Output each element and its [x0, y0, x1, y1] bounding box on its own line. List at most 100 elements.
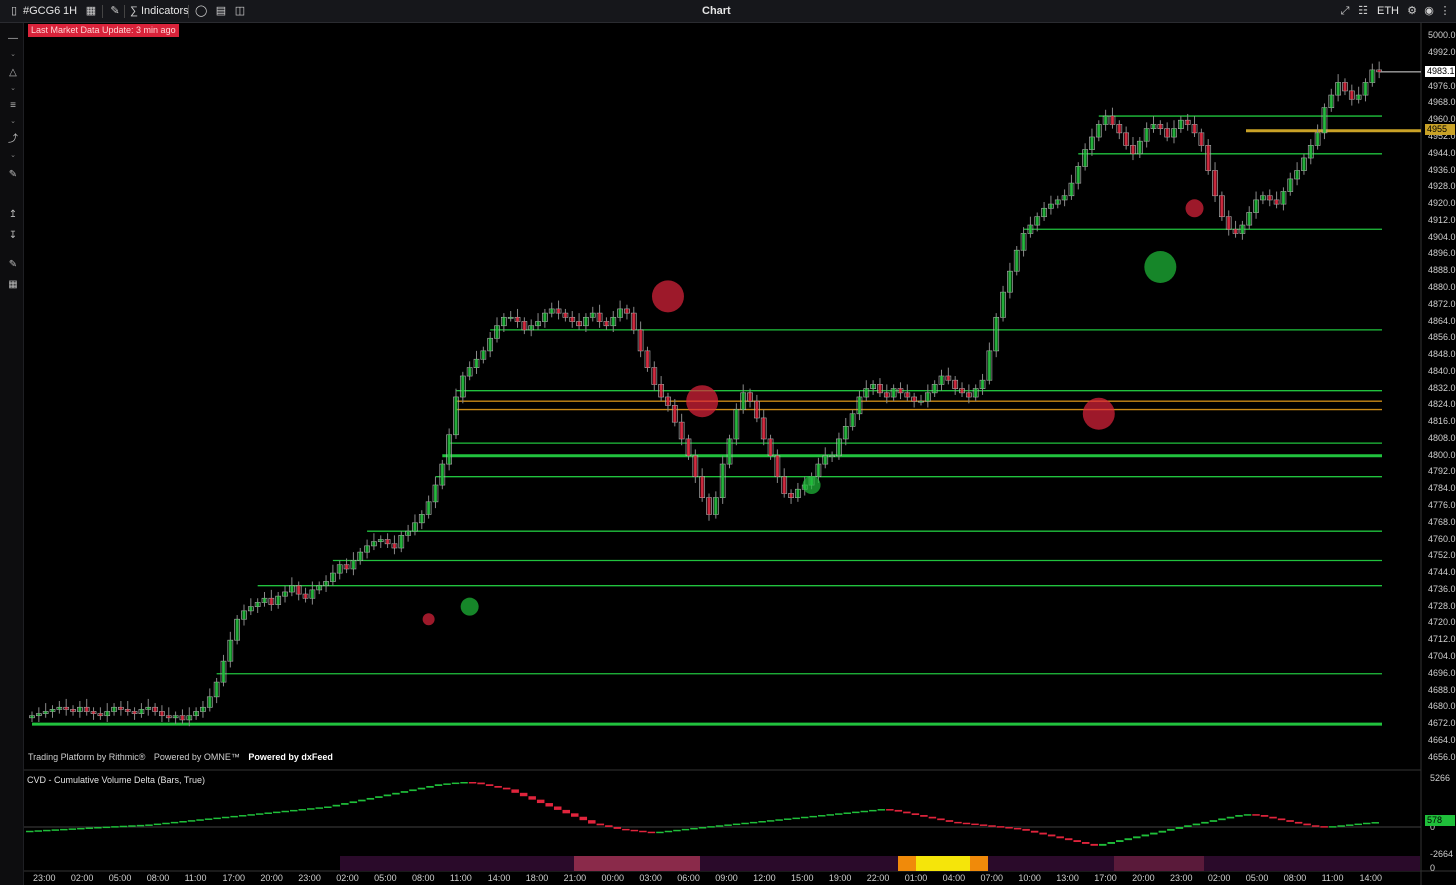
cvd-bar: [988, 825, 996, 827]
candle-footprint: [1083, 149, 1087, 167]
candle-footprint: [516, 317, 520, 322]
cvd-bar: [656, 831, 664, 834]
volume-heat-cell: [1132, 856, 1150, 871]
cvd-bar: [911, 813, 920, 816]
volume-heat-cell: [592, 856, 610, 871]
candle-footprint: [1049, 204, 1053, 209]
cvd-bar: [1362, 822, 1371, 825]
volume-heat-cell: [1060, 856, 1078, 871]
cvd-bar: [1269, 816, 1277, 819]
candle-footprint: [625, 308, 629, 314]
candle-footprint: [51, 709, 55, 712]
volume-heat-cell: [700, 856, 718, 871]
candle-footprint: [488, 338, 492, 351]
cvd-bar: [94, 827, 102, 829]
cvd-bar: [468, 782, 477, 784]
time-tick-label: 08:00: [412, 873, 435, 883]
candle-footprint: [427, 501, 431, 515]
cvd-bar: [43, 829, 51, 832]
candle-footprint: [433, 485, 437, 502]
time-tick-label: 17:00: [1094, 873, 1117, 883]
cvd-bar: [996, 826, 1005, 828]
cvd-bar: [954, 821, 962, 824]
cvd-bar: [68, 828, 77, 830]
candle-footprint: [693, 455, 697, 477]
cvd-bar: [264, 812, 272, 814]
volume-heat-cell: [952, 856, 970, 871]
cvd-bar: [128, 825, 136, 827]
cvd-bar: [477, 782, 485, 785]
candle-footprint: [187, 715, 191, 720]
cvd-bar: [622, 828, 630, 831]
candle-footprint: [926, 392, 930, 402]
candle-footprint: [550, 308, 554, 314]
candle-footprint: [584, 317, 588, 326]
candle-footprint: [71, 709, 75, 712]
cvd-bar: [877, 809, 886, 811]
volume-heat-cell: [970, 856, 988, 871]
cvd-bar: [673, 829, 681, 832]
volume-heat-cell: [448, 856, 466, 871]
price-tick-label: 4816.0: [1428, 416, 1456, 427]
price-tick-label: 4656.0: [1428, 751, 1456, 762]
candle-footprint: [522, 321, 526, 330]
cvd-bar: [51, 829, 60, 831]
candle-footprint: [912, 397, 916, 402]
candle-footprint: [871, 384, 875, 389]
candle-footprint: [700, 476, 704, 498]
indicator-title[interactable]: CVD - Cumulative Volume Delta (Bars, Tru…: [27, 775, 205, 785]
time-tick-label: 02:00: [1207, 873, 1231, 883]
candle-footprint: [611, 317, 615, 326]
time-tick-label: 22:00: [866, 873, 890, 883]
cvd-bar: [272, 811, 281, 814]
cvd-bar: [1167, 828, 1175, 831]
cvd-bar: [834, 813, 843, 815]
time-tick-label: 23:00: [33, 873, 56, 883]
cvd-bar: [545, 803, 553, 807]
cvd-bar: [281, 810, 289, 813]
candle-footprint: [194, 711, 198, 716]
price-tick-label: 4896.0: [1428, 248, 1456, 259]
time-tick-label: 23:00: [298, 873, 321, 883]
candle-footprint: [851, 413, 855, 427]
cvd-bar: [962, 822, 971, 825]
candle-footprint: [953, 380, 957, 389]
cvd-bar: [571, 813, 579, 817]
cvd-bar: [1090, 843, 1098, 846]
volume-heat-cell: [754, 856, 772, 871]
cvd-bar: [766, 820, 775, 822]
volume-heat-cell: [1402, 856, 1420, 871]
cvd-bar: [1005, 827, 1013, 829]
price-tick-label: 4840.0: [1428, 365, 1456, 376]
cvd-bar: [1260, 815, 1269, 817]
candle-footprint: [297, 585, 301, 595]
volume-heat-cell: [988, 856, 1006, 871]
candle-footprint: [1179, 120, 1183, 129]
cvd-bar: [1141, 834, 1150, 837]
price-tick-label: 4864.0: [1428, 315, 1456, 326]
candle-footprint: [1063, 195, 1067, 200]
volume-heat-cell: [1312, 856, 1330, 871]
candle-footprint: [242, 610, 246, 620]
price-tick-label: 4712.0: [1428, 634, 1456, 645]
cvd-bar: [85, 827, 94, 829]
cvd-bar: [1235, 815, 1243, 817]
candle-footprint: [728, 438, 732, 465]
time-tick-label: 08:00: [1283, 873, 1307, 883]
candle-footprint: [1363, 82, 1367, 96]
cvd-bar: [1158, 830, 1167, 833]
candle-footprint: [37, 713, 41, 716]
candle-footprint: [1357, 95, 1361, 100]
cvd-bar: [60, 828, 68, 831]
time-tick-label: 18:00: [525, 873, 549, 883]
cvd-bar: [1252, 814, 1260, 816]
cvd-bar: [383, 794, 392, 797]
price-tick-label: 4688.0: [1428, 684, 1456, 695]
candle-footprint: [1056, 199, 1060, 205]
cvd-bar: [928, 816, 937, 819]
cvd-bar: [1175, 827, 1184, 829]
cvd-bar: [196, 819, 204, 821]
volume-heat-cell: [736, 856, 754, 871]
cvd-bar: [1328, 826, 1337, 828]
cvd-bar: [553, 806, 562, 810]
